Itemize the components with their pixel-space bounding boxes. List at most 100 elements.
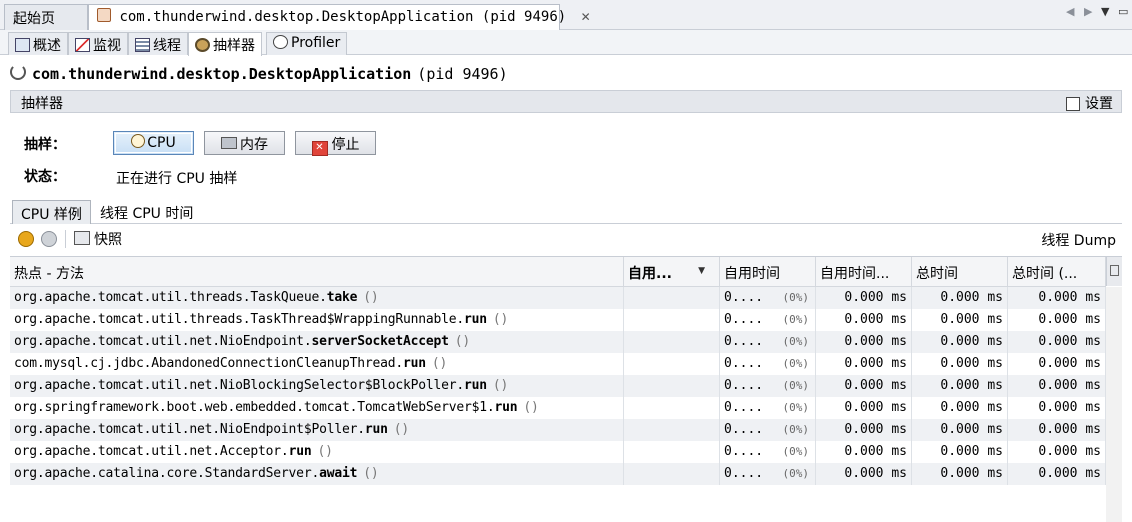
clock-icon xyxy=(131,134,146,148)
table-row[interactable]: org.apache.tomcat.util.net.Acceptor.run (… xyxy=(10,441,1106,463)
self-time-cell: 0.... (0%) xyxy=(720,397,816,419)
table-row[interactable]: org.apache.tomcat.util.net.NioEndpoint.s… xyxy=(10,331,1106,353)
self-time-bar-value: 0.... xyxy=(724,400,764,415)
method-params: () xyxy=(363,290,379,305)
self-time-cpu-cell: 0.000 ms xyxy=(816,287,912,309)
method-params: () xyxy=(317,444,333,459)
total-time-cell: 0.000 ms xyxy=(912,419,1008,441)
cpu-sample-button[interactable]: CPU xyxy=(113,131,194,155)
self-time-cpu-cell: 0.000 ms xyxy=(816,309,912,331)
self-time-percent: (0%) xyxy=(782,445,810,458)
table-row[interactable]: org.apache.catalina.core.StandardServer.… xyxy=(10,463,1106,485)
method-cell: org.apache.tomcat.util.net.NioEndpoint.s… xyxy=(10,331,624,353)
tab-monitor[interactable]: 监视 xyxy=(68,32,128,55)
method-cell: org.apache.tomcat.util.threads.TaskThrea… xyxy=(10,309,624,331)
memory-sample-button[interactable]: 内存 xyxy=(204,131,285,155)
snapshot-icon xyxy=(74,231,90,245)
snapshot-label: 快照 xyxy=(94,232,122,248)
self-time-bar-value: 0.... xyxy=(724,312,764,327)
self-time-bar-value: 0.... xyxy=(724,466,764,481)
loading-spinner-icon xyxy=(10,64,26,80)
self-time-bar-value: 0.... xyxy=(724,356,764,371)
method-params: () xyxy=(492,378,509,393)
total-time-cell: 0.000 ms xyxy=(912,441,1008,463)
self-time-bar-value: 0.... xyxy=(724,334,764,349)
tab-sampler[interactable]: 抽样器 xyxy=(188,32,262,56)
monitor-chart-icon xyxy=(75,38,90,52)
tab-overview[interactable]: 概述 xyxy=(8,32,68,55)
thread-dump-button[interactable]: 线程 Dump xyxy=(1041,230,1116,250)
table-scrollbar-area xyxy=(1106,287,1122,522)
chevron-down-icon[interactable]: ▼ xyxy=(1101,5,1109,18)
stop-button[interactable]: ✕ 停止 xyxy=(295,131,376,156)
self-cell xyxy=(624,353,720,375)
tab-application-label: com.thunderwind.desktop.DesktopApplicati… xyxy=(119,9,567,25)
self-cell xyxy=(624,287,720,309)
method-cell: com.mysql.cj.jdbc.AbandonedConnectionCle… xyxy=(10,353,624,375)
app-pid: (pid 9496) xyxy=(417,65,508,83)
self-time-cpu-cell: 0.000 ms xyxy=(816,397,912,419)
maximize-icon[interactable]: ▭ xyxy=(1118,5,1128,18)
tab-application[interactable]: com.thunderwind.desktop.DesktopApplicati… xyxy=(88,4,591,31)
sample-label: 抽样： xyxy=(24,137,66,153)
table-row[interactable]: org.apache.tomcat.util.threads.TaskThrea… xyxy=(10,309,1106,331)
total-time-cpu-cell: 0.000 ms xyxy=(1008,397,1106,419)
total-time-cell: 0.000 ms xyxy=(912,287,1008,309)
total-time-cpu-cell: 0.000 ms xyxy=(1008,463,1106,485)
method-name: run xyxy=(494,400,518,415)
table-row[interactable]: org.apache.tomcat.util.threads.TaskQueue… xyxy=(10,287,1106,309)
scroll-right-icon[interactable]: ▶ xyxy=(1084,5,1092,18)
tab-profiler[interactable]: Profiler xyxy=(266,32,348,55)
pause-icon[interactable] xyxy=(18,231,34,247)
tab-cpu-samples[interactable]: CPU 样例 xyxy=(12,200,91,224)
method-params: () xyxy=(454,334,470,349)
self-time-cell: 0.... (0%) xyxy=(720,463,816,485)
method-params: () xyxy=(523,400,539,415)
column-self-time-cpu[interactable]: 自用时间... xyxy=(816,257,912,286)
table-row[interactable]: org.apache.tomcat.util.net.NioBlockingSe… xyxy=(10,375,1106,397)
stop-icon: ✕ xyxy=(311,141,328,156)
column-hotspot-method[interactable]: 热点 - 方法 xyxy=(10,257,624,286)
close-icon[interactable]: ✕ xyxy=(581,10,591,24)
self-time-percent: (0%) xyxy=(782,467,810,480)
method-params: () xyxy=(363,466,379,481)
self-time-cpu-cell: 0.000 ms xyxy=(816,441,912,463)
tab-monitor-label: 监视 xyxy=(93,38,121,54)
table-row[interactable]: com.mysql.cj.jdbc.AbandonedConnectionCle… xyxy=(10,353,1106,375)
column-total-time[interactable]: 总时间 xyxy=(912,257,1008,286)
method-name: run xyxy=(402,356,426,371)
hotspot-table: 热点 - 方法 自用... ▼ 自用时间 自用时间... 总时间 总时间 (..… xyxy=(10,256,1122,522)
total-time-cpu-cell: 0.000 ms xyxy=(1008,375,1106,397)
tab-start-page[interactable]: 起始页 xyxy=(4,4,88,30)
column-selector-icon xyxy=(1110,265,1119,276)
column-self-time[interactable]: 自用时间 xyxy=(720,257,816,286)
column-self-label: 自用... xyxy=(628,266,672,282)
sampler-title: 抽样器 xyxy=(21,96,63,112)
self-time-bar-value: 0.... xyxy=(724,444,764,459)
java-app-icon xyxy=(97,8,111,22)
table-row[interactable]: org.apache.tomcat.util.net.NioEndpoint$P… xyxy=(10,419,1106,441)
tab-thread-cpu-time-label: 线程 CPU 时间 xyxy=(100,206,194,222)
column-selector-button[interactable] xyxy=(1106,257,1122,286)
settings-label: 设置 xyxy=(1085,96,1113,112)
total-time-cell: 0.000 ms xyxy=(912,353,1008,375)
table-row[interactable]: org.springframework.boot.web.embedded.to… xyxy=(10,397,1106,419)
method-params: () xyxy=(431,356,448,371)
settings-checkbox[interactable]: 设置 xyxy=(1066,93,1113,113)
self-time-percent: (0%) xyxy=(782,313,810,326)
tab-thread-cpu-time[interactable]: 线程 CPU 时间 xyxy=(92,200,201,224)
snapshot-button[interactable]: 快照 xyxy=(74,229,122,249)
sampler-section-header: 抽样器 设置 xyxy=(10,90,1122,113)
toolbar-divider xyxy=(65,230,66,248)
scroll-left-icon[interactable]: ◀ xyxy=(1066,5,1074,18)
column-total-time-cpu[interactable]: 总时间 (... xyxy=(1008,257,1106,286)
self-time-percent: (0%) xyxy=(782,423,810,436)
refresh-icon[interactable] xyxy=(41,231,57,247)
total-time-cpu-cell: 0.000 ms xyxy=(1008,287,1106,309)
tab-threads[interactable]: 线程 xyxy=(128,32,188,55)
status-value: 正在进行 CPU 抽样 xyxy=(116,171,238,187)
total-time-cell: 0.000 ms xyxy=(912,309,1008,331)
method-package: com.mysql.cj.jdbc.AbandonedConnectionCle… xyxy=(14,356,403,371)
status-label: 状态： xyxy=(24,169,66,185)
column-self-sorted[interactable]: 自用... ▼ xyxy=(624,257,720,286)
